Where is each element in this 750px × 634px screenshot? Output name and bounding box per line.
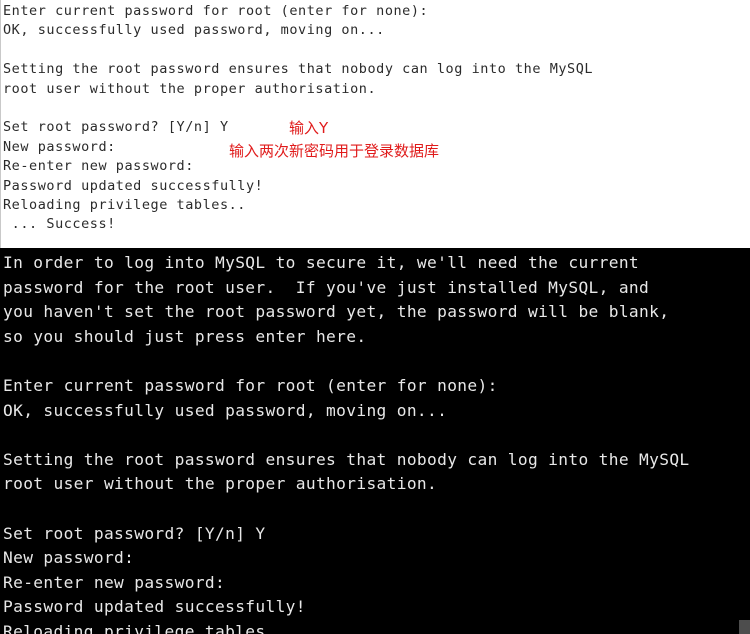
- light-terminal-pane[interactable]: Enter current password for root (enter f…: [0, 0, 750, 248]
- dark-terminal-output: In order to log into MySQL to secure it,…: [3, 253, 690, 634]
- annotation-enter-y-light: 输入Y: [289, 119, 329, 137]
- scrollbar-nub[interactable]: [739, 620, 750, 634]
- dark-terminal-pane[interactable]: In order to log into MySQL to secure it,…: [0, 248, 750, 634]
- annotation-enter-password-twice-light: 输入两次新密码用于登录数据库: [229, 142, 440, 160]
